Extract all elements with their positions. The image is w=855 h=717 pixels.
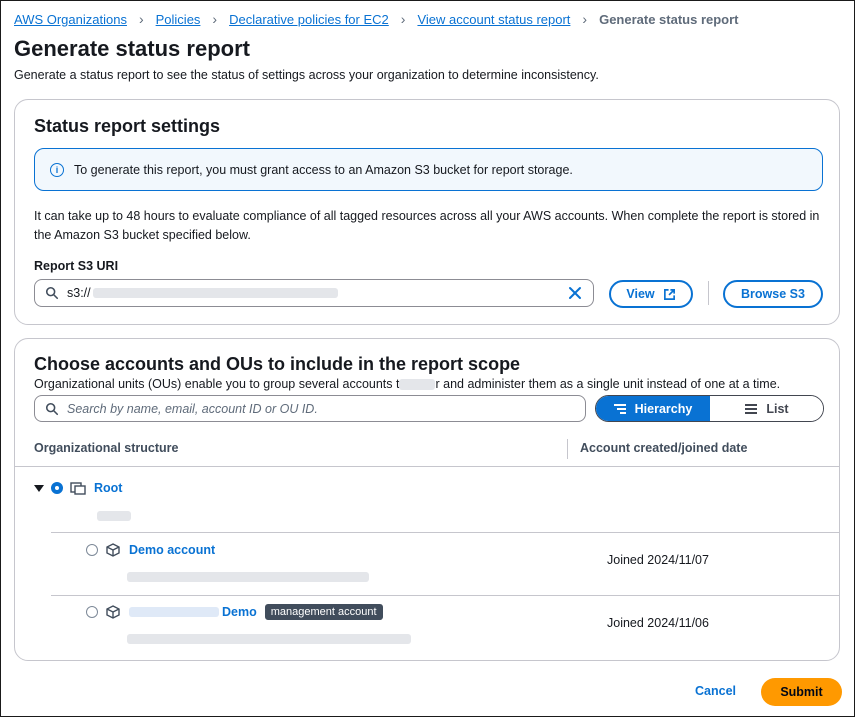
page-description: Generate a status report to see the stat…: [14, 68, 599, 82]
account-radio[interactable]: [86, 606, 98, 618]
caret-down-icon[interactable]: [34, 483, 44, 493]
redacted-bucket-path: [92, 288, 338, 298]
search-icon: [45, 402, 59, 415]
chevron-right-icon: ›: [582, 11, 588, 27]
hierarchy-label: Hierarchy: [634, 401, 693, 416]
account-joined-date: Joined 2024/11/06: [607, 616, 709, 630]
tree-row-root: Root: [34, 481, 122, 495]
breadcrumb-view-account-status[interactable]: View account status report: [417, 12, 570, 27]
status-report-settings-panel: Status report settings i To generate thi…: [14, 99, 840, 325]
scope-search-input[interactable]: Search by name, email, account ID or OU …: [34, 395, 586, 422]
account-cube-icon: [106, 605, 120, 619]
row-divider: [51, 595, 839, 596]
chevron-right-icon: ›: [400, 11, 406, 27]
scope-panel-title: Choose accounts and OUs to include in th…: [34, 354, 521, 374]
list-toggle-button[interactable]: List: [710, 396, 823, 421]
scope-desc-part1: Organizational units (OUs) enable you to…: [34, 377, 400, 391]
breadcrumb-declarative-policies[interactable]: Declarative policies for EC2: [229, 12, 389, 27]
submit-button[interactable]: Submit: [761, 678, 842, 706]
account-radio[interactable]: [86, 544, 98, 556]
col-header-structure: Organizational structure: [34, 441, 179, 455]
chevron-right-icon: ›: [138, 11, 144, 27]
external-link-icon: [663, 288, 675, 300]
hierarchy-toggle-button[interactable]: Hierarchy: [596, 396, 710, 421]
hierarchy-icon: [613, 403, 626, 414]
scope-description: Organizational units (OUs) enable you to…: [34, 377, 780, 391]
account-cube-icon: [106, 543, 120, 557]
list-label: List: [766, 401, 789, 416]
chevron-right-icon: ›: [212, 11, 218, 27]
settings-panel-title: Status report settings: [34, 116, 221, 136]
info-icon: i: [50, 162, 64, 177]
settings-body-text: It can take up to 48 hours to evaluate c…: [34, 209, 820, 242]
row-divider: [51, 532, 839, 533]
button-divider: [708, 281, 709, 305]
redacted-account-details: [127, 634, 411, 644]
account-joined-date: Joined 2024/11/07: [607, 553, 709, 567]
tree-row-account: Demo account: [86, 543, 215, 557]
list-icon: [745, 403, 758, 414]
redacted-text: [399, 379, 436, 391]
management-account-badge: management account: [264, 604, 383, 620]
report-scope-panel: Choose accounts and OUs to include in th…: [14, 338, 840, 661]
breadcrumb-current: Generate status report: [599, 11, 739, 27]
view-mode-toggle: Hierarchy List: [595, 395, 824, 422]
view-button[interactable]: View: [609, 280, 693, 308]
account-link[interactable]: Demo: [222, 605, 257, 619]
report-s3-uri-label: Report S3 URI: [34, 259, 119, 273]
info-alert: i To generate this report, you must gran…: [34, 148, 823, 191]
report-s3-uri-input[interactable]: s3://: [34, 279, 594, 307]
root-radio[interactable]: [51, 482, 63, 494]
view-button-label: View: [626, 287, 655, 301]
browse-s3-button[interactable]: Browse S3: [723, 280, 823, 308]
redacted-root-id: [97, 511, 131, 521]
info-alert-text: To generate this report, you must grant …: [74, 162, 573, 177]
s3-uri-prefix: s3://: [67, 286, 91, 300]
breadcrumb-aws-organizations[interactable]: AWS Organizations: [14, 12, 127, 27]
scope-desc-part2: r and administer them as a single unit i…: [435, 377, 781, 391]
redacted-account-name: [129, 607, 219, 617]
folder-icon: [70, 482, 86, 495]
breadcrumb: AWS Organizations › Policies › Declarati…: [14, 11, 739, 27]
redacted-account-details: [127, 572, 369, 582]
browse-s3-label: Browse S3: [741, 287, 805, 301]
search-icon: [45, 286, 59, 300]
submit-label: Submit: [780, 685, 823, 699]
scope-search-placeholder: Search by name, email, account ID or OU …: [67, 401, 318, 416]
breadcrumb-policies[interactable]: Policies: [156, 12, 201, 27]
header-divider: [15, 466, 839, 467]
col-header-date: Account created/joined date: [580, 441, 748, 455]
root-link[interactable]: Root: [94, 481, 122, 495]
clear-icon[interactable]: [567, 285, 583, 301]
tree-row-account: Demo management account: [86, 604, 383, 620]
page-title: Generate status report: [14, 36, 250, 61]
column-divider: [567, 439, 568, 459]
account-link[interactable]: Demo account: [129, 543, 215, 557]
cancel-button[interactable]: Cancel: [695, 684, 736, 698]
